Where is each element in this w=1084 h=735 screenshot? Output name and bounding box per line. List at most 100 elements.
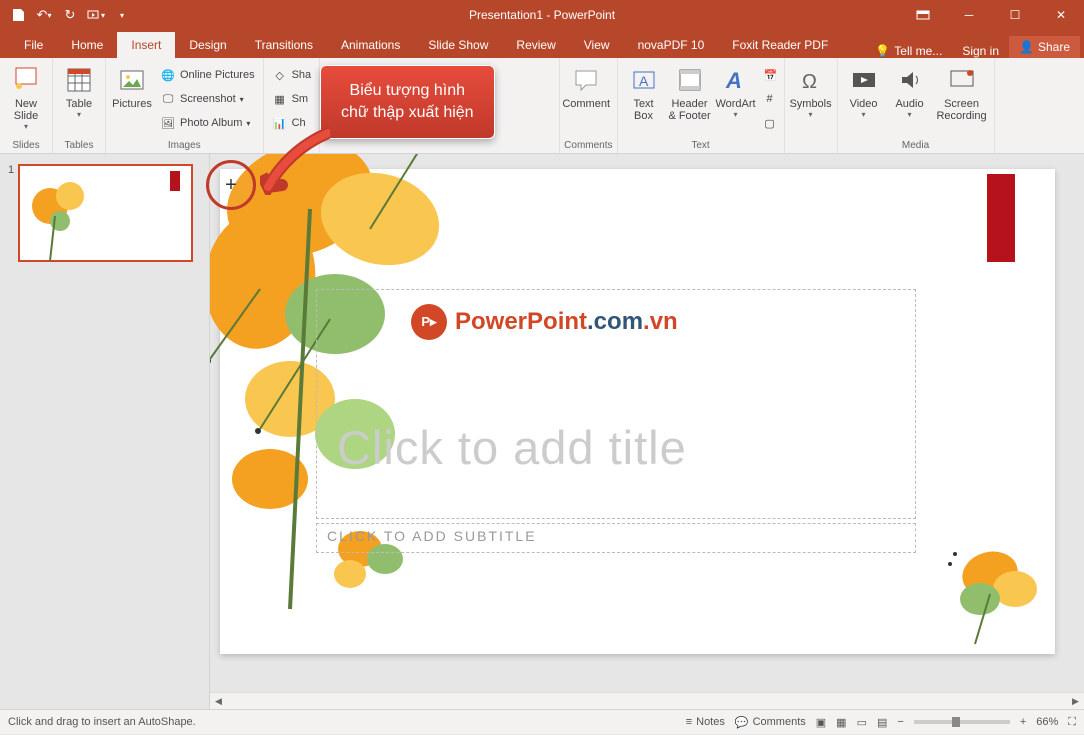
symbols-button[interactable]: Ω Symbols▾ (789, 60, 833, 138)
crosshair-icon: + (225, 174, 237, 197)
date-time-button[interactable]: 📅 (760, 64, 780, 86)
group-label-images: Images (110, 138, 259, 153)
screenshot-icon: 🖵 (160, 91, 176, 107)
title-bar: ↶▾ ↻ ▾ ▾ Presentation1 - PowerPoint ─ ☐ … (0, 0, 1084, 30)
svg-text:A: A (725, 68, 742, 93)
tab-novapdf[interactable]: novaPDF 10 (624, 32, 719, 58)
video-icon (848, 64, 880, 96)
start-from-beginning-icon[interactable]: ▾ (84, 3, 108, 27)
powerpoint-logo-icon: P▸ (411, 304, 447, 340)
notes-button[interactable]: ≡Notes (686, 716, 725, 728)
tab-design[interactable]: Design (175, 32, 240, 58)
customize-qat-icon[interactable]: ▾ (110, 3, 134, 27)
ribbon: New Slide▾ Slides Table▾ Tables Pictures… (0, 58, 1084, 154)
tab-animations[interactable]: Animations (327, 32, 414, 58)
wordart-button[interactable]: A WordArt▾ (714, 60, 758, 138)
comment-button[interactable]: Comment (564, 60, 608, 138)
group-label-tables: Tables (57, 138, 101, 153)
text-box-button[interactable]: A Text Box (622, 60, 666, 138)
object-button[interactable]: ▢ (760, 112, 780, 134)
reading-view-icon[interactable]: ▭ (857, 716, 867, 729)
slide-number-button[interactable]: # (760, 88, 780, 110)
shapes-button[interactable]: ◇Sha (268, 64, 316, 86)
wordart-icon: A (720, 64, 752, 96)
tab-insert[interactable]: Insert (117, 32, 175, 58)
sign-in-link[interactable]: Sign in (952, 44, 1009, 58)
title-placeholder[interactable]: P▸ PowerPoint.com.vn Click to add title (316, 289, 916, 519)
comments-button[interactable]: 💬Comments (735, 716, 806, 729)
redo-icon[interactable]: ↻ (58, 3, 82, 27)
slide-sorter-view-icon[interactable]: ▦ (836, 716, 846, 729)
audio-icon (894, 64, 926, 96)
zoom-out-button[interactable]: − (897, 716, 903, 728)
zoom-slider[interactable] (914, 720, 1010, 724)
zoom-in-button[interactable]: + (1020, 716, 1026, 728)
photo-album-button[interactable]: 🖼Photo Album▾ (156, 112, 259, 134)
scroll-right-icon[interactable]: ▶ (1067, 693, 1084, 710)
screenshot-button[interactable]: 🖵Screenshot▾ (156, 88, 259, 110)
svg-text:A: A (639, 73, 649, 89)
slide-thumbnail-panel[interactable]: 1 (0, 154, 210, 709)
tab-transitions[interactable]: Transitions (241, 32, 327, 58)
tab-foxit[interactable]: Foxit Reader PDF (718, 32, 842, 58)
close-icon[interactable]: ✕ (1038, 0, 1084, 30)
comment-icon (570, 64, 602, 96)
group-label-text: Text (622, 138, 780, 153)
slideshow-view-icon[interactable]: ▤ (877, 716, 887, 729)
ribbon-tabs: File Home Insert Design Transitions Anim… (0, 30, 1084, 58)
smartart-button[interactable]: ▦Sm (268, 88, 316, 110)
svg-text:Ω: Ω (802, 71, 817, 93)
notes-icon: ≡ (686, 716, 692, 728)
tab-home[interactable]: Home (57, 32, 117, 58)
title-placeholder-text: Click to add title (337, 420, 687, 475)
table-icon (63, 64, 95, 96)
symbols-icon: Ω (795, 64, 827, 96)
subtitle-placeholder[interactable]: CLICK TO ADD SUBTITLE (316, 523, 916, 553)
fit-to-window-icon[interactable]: ⛶ (1068, 716, 1076, 729)
annotation-callout: Biểu tượng hình chữ thập xuất hiện (320, 65, 495, 139)
comments-icon: 💬 (735, 716, 749, 729)
thumbnail-number: 1 (8, 164, 14, 262)
zoom-level[interactable]: 66% (1036, 716, 1058, 728)
logo: P▸ PowerPoint.com.vn (411, 304, 678, 340)
video-button[interactable]: Video▾ (842, 60, 886, 138)
tab-review[interactable]: Review (502, 32, 569, 58)
tab-view[interactable]: View (570, 32, 624, 58)
pictures-icon (116, 64, 148, 96)
lightbulb-icon: 💡 (875, 44, 890, 58)
slide-canvas-area[interactable]: P▸ PowerPoint.com.vn Click to add title … (210, 154, 1084, 709)
header-footer-button[interactable]: Header & Footer (668, 60, 712, 138)
smartart-icon: ▦ (272, 91, 288, 107)
group-label-media: Media (842, 138, 990, 153)
workspace: 1 (0, 154, 1084, 709)
table-button[interactable]: Table▾ (57, 60, 101, 138)
status-message: Click and drag to insert an AutoShape. (8, 716, 196, 728)
photo-album-icon: 🖼 (160, 115, 176, 131)
online-pictures-button[interactable]: 🌐Online Pictures (156, 64, 259, 86)
red-accent-bar (987, 174, 1015, 262)
minimize-icon[interactable]: ─ (946, 0, 992, 30)
audio-button[interactable]: Audio▾ (888, 60, 932, 138)
slide-thumbnail-1[interactable] (18, 164, 193, 262)
tell-me-search[interactable]: 💡Tell me... (865, 44, 952, 58)
pictures-button[interactable]: Pictures (110, 60, 154, 138)
share-button[interactable]: 👤Share (1009, 36, 1080, 58)
share-icon: 👤 (1019, 40, 1034, 54)
slide[interactable]: P▸ PowerPoint.com.vn Click to add title … (220, 169, 1055, 654)
maximize-icon[interactable]: ☐ (992, 0, 1038, 30)
scroll-left-icon[interactable]: ◀ (210, 693, 227, 710)
crosshair-cursor-highlight: + (206, 160, 256, 210)
save-icon[interactable] (6, 3, 30, 27)
undo-icon[interactable]: ↶▾ (32, 3, 56, 27)
ribbon-display-icon[interactable] (900, 0, 946, 30)
new-slide-button[interactable]: New Slide▾ (4, 60, 48, 138)
date-time-icon: 📅 (764, 67, 778, 83)
screen-recording-button[interactable]: Screen Recording (934, 60, 990, 138)
group-label-slides: Slides (4, 138, 48, 153)
shapes-icon: ◇ (272, 67, 288, 83)
horizontal-scrollbar[interactable]: ◀ ▶ (210, 692, 1084, 709)
tab-slideshow[interactable]: Slide Show (414, 32, 502, 58)
normal-view-icon[interactable]: ▣ (816, 716, 826, 729)
tab-file[interactable]: File (10, 32, 57, 58)
quick-access-toolbar: ↶▾ ↻ ▾ ▾ (0, 3, 140, 27)
